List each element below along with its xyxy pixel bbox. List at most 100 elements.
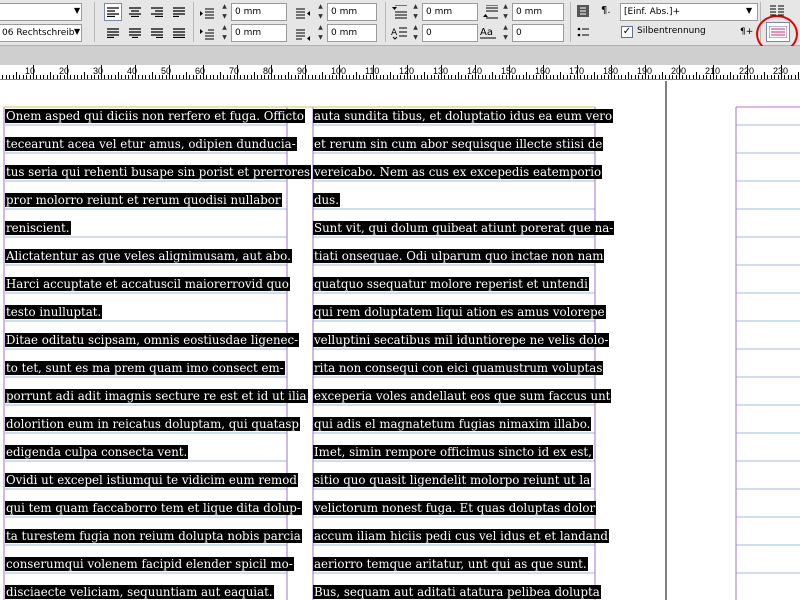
align-center-button[interactable]: [126, 3, 144, 21]
ruler-tick: [148, 75, 150, 79]
align-towards-spine-button[interactable]: [170, 3, 188, 21]
text-line: disciaecte veliciam, sequuntiam aut eaqu…: [5, 583, 274, 600]
selected-text: sitio quo quasit ligendelit molorpo reiu…: [313, 473, 592, 487]
selected-text: exceperia voles andellaut eos que sum fa…: [313, 389, 612, 403]
justify-all-button[interactable]: [170, 24, 188, 42]
ruler-tick: [118, 72, 119, 79]
first-line-indent-field[interactable]: 0 mm: [231, 24, 287, 42]
ruler-tick: [128, 75, 130, 79]
ruler-tick: [726, 75, 728, 79]
ruler-tick: [655, 75, 657, 79]
ruler-tick: [80, 75, 82, 79]
last-line-indent-stepper[interactable]: ▲ ▼: [316, 24, 325, 42]
space-after-field[interactable]: 0 mm: [512, 3, 564, 21]
ruler-tick: [165, 75, 167, 79]
selected-text: reniscient.: [5, 221, 71, 235]
ruler-tick: [305, 65, 306, 79]
ruler-tick: [175, 75, 177, 79]
ruler-tick: [774, 75, 776, 79]
space-after-stepper[interactable]: ▲ ▼: [501, 3, 510, 21]
paragraph-control-panel: ▼ 06 Rechtschreib ▼ ▲ ▼ 0 mm ▲ ▼ 0 mm ▲ ▼ 0…: [0, 0, 800, 53]
align-right-button[interactable]: [148, 3, 166, 21]
text-line: porrunt adi adit imagnis secture re est …: [5, 387, 308, 405]
chevron-down-icon[interactable]: ▼: [746, 6, 752, 15]
selected-text: Sunt vit, qui dolum quibeat atiunt porer…: [313, 221, 615, 235]
ruler-tick: [668, 75, 670, 79]
last-line-indent-field[interactable]: 0 mm: [327, 24, 377, 42]
hyphenation-label: Silbentrennung: [637, 26, 706, 36]
ruler-tick: [529, 75, 531, 79]
ruler-tick: [461, 75, 463, 79]
ruler-tick: [495, 75, 497, 79]
ruler-tick: [158, 75, 160, 79]
ruler-tick: [451, 75, 453, 79]
space-before-field[interactable]: 0 mm: [422, 3, 478, 21]
ruler-tick: [223, 75, 225, 79]
selected-text: to tet, sunt es ma prem quam imo consect…: [5, 361, 285, 375]
right-indent-field[interactable]: 0 mm: [327, 3, 377, 21]
ruler-tick: [787, 75, 789, 79]
ruler-tick: [566, 75, 568, 79]
ruler-tick: [475, 65, 476, 79]
drop-cap-lines-icon: A: [391, 24, 407, 44]
ruler-tick: [600, 75, 602, 79]
ruler-tick: [111, 75, 113, 79]
ruler-tick: [43, 75, 45, 79]
ruler-tick: [410, 75, 412, 79]
shading-button[interactable]: [574, 2, 592, 20]
ruler-tick: [73, 75, 75, 79]
ruler-tick: [424, 72, 425, 79]
left-indent-field[interactable]: 0 mm: [231, 3, 287, 21]
drop-cap-characters-field[interactable]: 0: [512, 24, 564, 42]
first-line-indent-stepper[interactable]: ▲ ▼: [220, 24, 229, 42]
ruler-tick: [638, 75, 640, 79]
hyphenation-checkbox[interactable]: ✓: [621, 26, 633, 38]
new-paragraph-style-icon[interactable]: ¶+: [740, 27, 753, 37]
drop-cap-characters-stepper[interactable]: ▲ ▼: [501, 24, 510, 42]
ruler-tick: [481, 75, 483, 79]
ruler-tick: [549, 75, 551, 79]
ruler-tick: [169, 65, 170, 79]
ruler-tick: [77, 75, 79, 79]
ruler-tick: [634, 75, 636, 79]
text-line: sitio quo quasit ligendelit molorpo reiu…: [313, 471, 592, 489]
ruler-tick: [485, 75, 487, 79]
ruler-tick: [675, 75, 677, 79]
ruler-tick: [570, 75, 572, 79]
font-family-field[interactable]: [0, 3, 82, 21]
left-indent-stepper[interactable]: ▲ ▼: [220, 3, 229, 21]
drop-cap-lines-field[interactable]: 0: [422, 24, 478, 42]
ruler-tick: [264, 75, 266, 79]
bullet-list-button[interactable]: [574, 23, 592, 41]
selected-text: tecearunt acea vel etur amus, odipien du…: [5, 137, 297, 151]
paragraph-style-dropdown[interactable]: [Einf. Abs.]+: [620, 3, 758, 21]
ruler-tick: [777, 75, 779, 79]
justify-right-button[interactable]: [148, 24, 166, 42]
text-line: Bus, sequam aut aditati atatura pelibea …: [313, 583, 601, 600]
text-line: dus.: [313, 191, 340, 209]
chevron-down-icon[interactable]: ▼: [74, 27, 80, 36]
selected-text: Imet, simin rempore officimus sincto id …: [313, 445, 593, 459]
text-line: conserumqui volenem facipid elender spic…: [5, 555, 294, 573]
justify-left-button[interactable]: [104, 24, 122, 42]
align-left-button[interactable]: [104, 3, 122, 21]
space-before-stepper[interactable]: ▲ ▼: [411, 3, 420, 21]
ruler-tick: [213, 75, 215, 79]
font-style-field[interactable]: 06 Rechtschreib: [0, 24, 82, 42]
ruler-tick: [577, 65, 578, 79]
ruler-tick: [689, 75, 691, 79]
right-indent-stepper[interactable]: ▲ ▼: [316, 3, 325, 21]
ruler-tick: [434, 75, 436, 79]
justify-center-button[interactable]: [126, 24, 144, 42]
ruler-tick: [546, 75, 548, 79]
ruler-tick: [502, 75, 504, 79]
drop-cap-lines-stepper[interactable]: ▲ ▼: [411, 24, 420, 42]
ruler-tick: [468, 75, 470, 79]
ruler-tick: [427, 75, 429, 79]
chevron-down-icon[interactable]: ▼: [74, 6, 80, 15]
ruler-tick: [335, 75, 337, 79]
ruler-tick: [311, 75, 313, 79]
ruler-tick: [352, 75, 354, 79]
ruler-tick: [522, 75, 524, 79]
text-line: pror molorro reiunt et rerum quodisi nul…: [5, 191, 282, 209]
